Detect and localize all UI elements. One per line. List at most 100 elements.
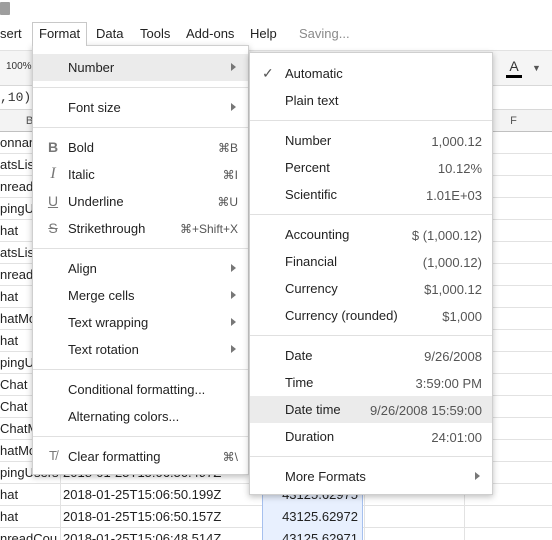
strikethrough-shortcut: ⌘+Shift+X [179,222,238,236]
automatic-label: Automatic [285,66,343,81]
cell-b[interactable]: 2018-01-25T15:06:48.514Z [63,528,259,540]
chevron-down-icon[interactable]: ▼ [532,63,541,73]
menu-divider [250,214,492,215]
menu-insert[interactable]: sert [0,22,28,46]
accounting-example: $ (1,000.12) [411,228,482,243]
accounting-item[interactable]: Accounting $ (1,000.12) [250,221,492,248]
menu-add-ons[interactable]: Add-ons [180,22,240,46]
menu-divider [33,436,248,437]
currency-rounded-item[interactable]: Currency (rounded) $1,000 [250,302,492,329]
currency-example: $1,000.12 [424,282,482,297]
currency-rounded-example: $1,000 [442,309,482,324]
time-label: Time [285,375,314,390]
cell-c[interactable]: 43125.62971 [262,528,363,540]
number-format-submenu: ✓ Automatic Plain text Number 1,000.12 P… [249,52,493,495]
format-number-item[interactable]: Number [33,54,248,81]
menu-tools[interactable]: Tools [134,22,176,46]
menu-divider [33,127,248,128]
duration-example: 24:01:00 [431,430,482,445]
bold-icon: B [47,139,59,155]
clear-formatting-shortcut: ⌘\ [222,450,238,464]
automatic-item[interactable]: ✓ Automatic [250,60,492,87]
more-formats-item[interactable]: More Formats [250,463,492,490]
date-item[interactable]: Date 9/26/2008 [250,342,492,369]
alternating-colors-item[interactable]: Alternating colors... [33,403,248,430]
conditional-formatting-label: Conditional formatting... [68,382,206,397]
table-row: hat 2018-01-25T15:06:50.157Z 43125.62972 [0,506,552,528]
plain-text-label: Plain text [285,93,339,108]
currency-item[interactable]: Currency $1,000.12 [250,275,492,302]
menu-divider [33,248,248,249]
time-item[interactable]: Time 3:59:00 PM [250,369,492,396]
time-example: 3:59:00 PM [415,376,483,391]
menu-bar: sert Format Data Tools Add-ons Help Savi… [0,22,552,46]
font-size-item[interactable]: Font size [33,94,248,121]
bold-item[interactable]: B Bold ⌘B [33,134,248,161]
underline-shortcut: ⌘U [217,195,238,209]
italic-label: Italic [68,167,95,182]
format-number-label: Number [68,60,115,75]
italic-item[interactable]: I Italic ⌘I [33,161,248,188]
app-icon [0,2,10,15]
checkmark-icon: ✓ [262,65,274,81]
menu-divider [250,120,492,121]
financial-example: (1,000.12) [422,255,482,270]
text-color-button[interactable]: A [503,57,525,81]
underline-icon: U [47,193,59,209]
duration-label: Duration [285,429,335,444]
menu-help[interactable]: Help [244,22,283,46]
text-wrapping-label: Text wrapping [68,315,149,330]
percent-label: Percent [285,160,330,175]
submenu-arrow-icon [231,318,236,326]
submenu-arrow-icon [231,264,236,272]
number-item[interactable]: Number 1,000.12 [250,127,492,154]
zoom-select[interactable]: 100% [6,61,32,72]
submenu-arrow-icon [231,345,236,353]
duration-item[interactable]: Duration 24:01:00 [250,423,492,450]
italic-icon: I [50,165,56,182]
menu-data[interactable]: Data [90,22,129,46]
cell-a[interactable]: hat [0,484,58,506]
italic-shortcut: ⌘I [222,168,238,182]
font-size-label: Font size [68,100,121,115]
text-wrapping-item[interactable]: Text wrapping [33,309,248,336]
merge-cells-label: Merge cells [68,288,135,303]
cell-b[interactable]: 2018-01-25T15:06:50.157Z [63,506,259,528]
align-item[interactable]: Align [33,255,248,282]
clear-formatting-item[interactable]: T̸ Clear formatting ⌘\ [33,443,248,470]
number-example: 1,000.12 [431,134,482,149]
alternating-colors-label: Alternating colors... [68,409,180,424]
text-rotation-item[interactable]: Text rotation [33,336,248,363]
conditional-formatting-item[interactable]: Conditional formatting... [33,376,248,403]
menu-format[interactable]: Format [32,22,88,46]
top-strip [0,0,552,20]
underline-item[interactable]: U Underline ⌘U [33,188,248,215]
scientific-item[interactable]: Scientific 1.01E+03 [250,181,492,208]
menu-divider [250,335,492,336]
text-color-swatch [506,75,522,78]
percent-item[interactable]: Percent 10.12% [250,154,492,181]
percent-example: 10.12% [437,161,482,176]
date-time-label: Date time [285,402,341,417]
clear-formatting-label: Clear formatting [68,449,161,464]
scientific-label: Scientific [285,187,338,202]
date-time-item[interactable]: Date time 9/26/2008 15:59:00 [250,396,492,423]
clear-formatting-icon: T̸ [49,448,57,463]
plain-text-item[interactable]: Plain text [250,87,492,114]
submenu-arrow-icon [231,291,236,299]
text-color-icon: A [509,58,519,74]
menu-divider [33,87,248,88]
strikethrough-item[interactable]: S Strikethrough ⌘+Shift+X [33,215,248,242]
menu-divider [250,456,492,457]
cell-a[interactable]: nreadCou [0,528,58,540]
menu-divider [33,369,248,370]
cell-c[interactable]: 43125.62972 [262,506,363,528]
underline-label: Underline [68,194,124,209]
merge-cells-item[interactable]: Merge cells [33,282,248,309]
strikethrough-icon: S [48,220,58,236]
accounting-label: Accounting [285,227,350,242]
cell-b[interactable]: 2018-01-25T15:06:50.199Z [63,484,259,506]
cell-a[interactable]: hat [0,506,58,528]
financial-item[interactable]: Financial (1,000.12) [250,248,492,275]
format-menu: Number Font size B Bold ⌘B I Italic ⌘I U… [32,45,249,475]
